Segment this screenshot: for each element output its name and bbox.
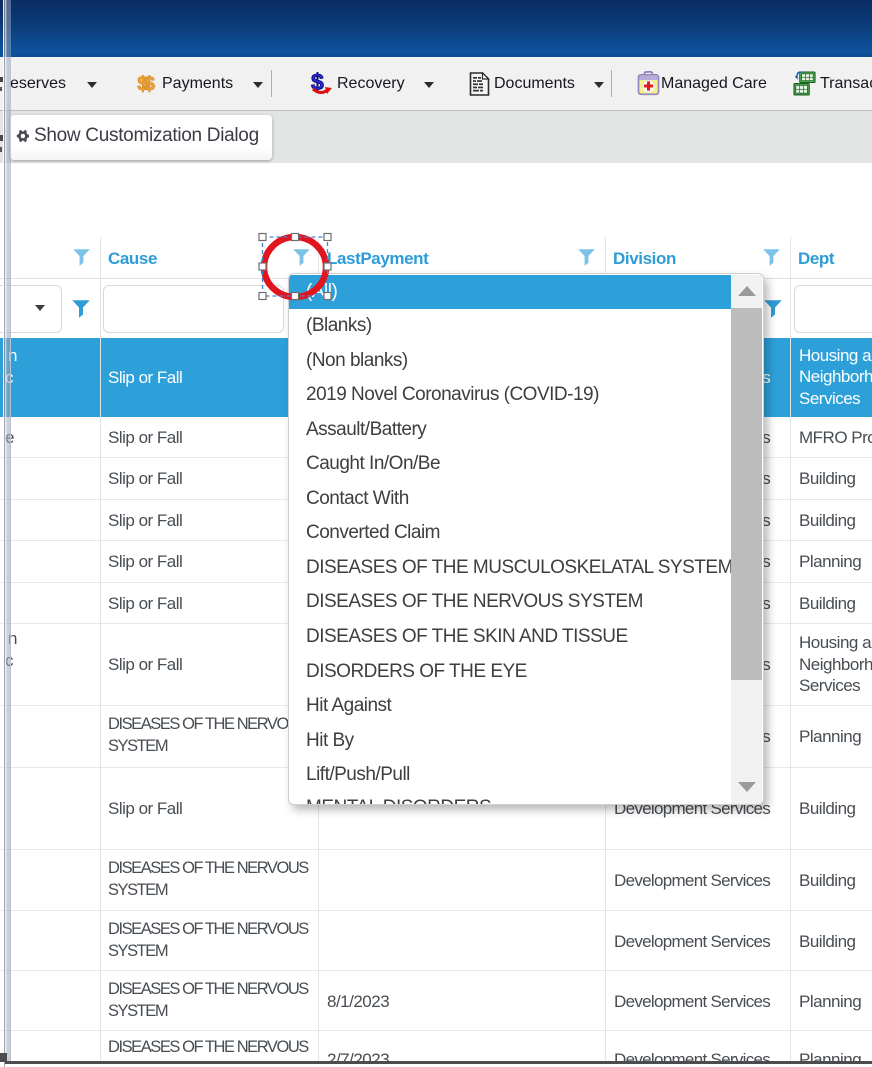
svg-text:$: $ (144, 74, 155, 96)
